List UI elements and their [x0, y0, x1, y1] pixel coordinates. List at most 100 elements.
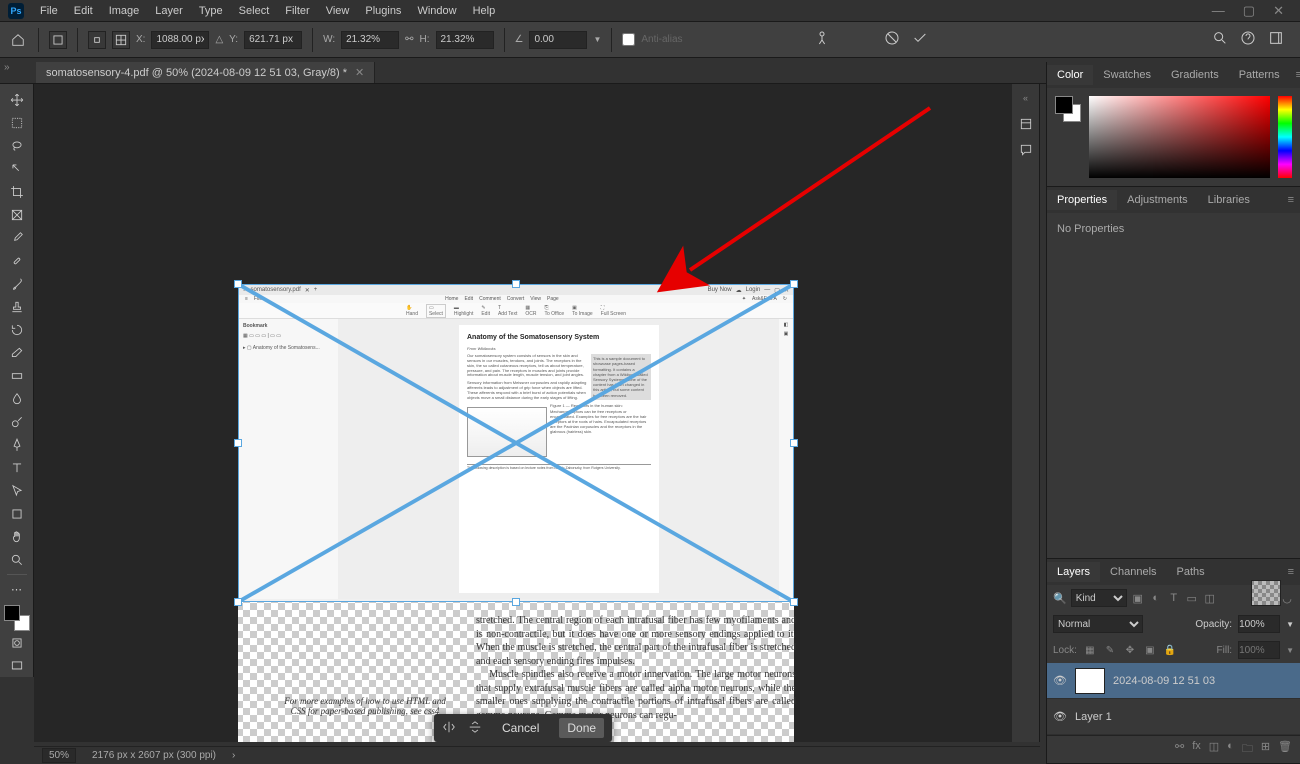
- adjustment-layer-icon[interactable]: ◐: [1227, 740, 1234, 759]
- tab-layers[interactable]: Layers: [1047, 562, 1100, 582]
- frame-tool[interactable]: [3, 203, 31, 226]
- layer-style-icon[interactable]: fx: [1192, 740, 1201, 759]
- handle-r[interactable]: [790, 439, 798, 447]
- color-selector[interactable]: [4, 605, 30, 631]
- fg-bg-swatch[interactable]: [1055, 96, 1081, 122]
- quick-select-tool[interactable]: [3, 157, 31, 180]
- stamp-tool[interactable]: [3, 295, 31, 318]
- handle-b[interactable]: [512, 598, 520, 606]
- handle-l[interactable]: [234, 439, 242, 447]
- layer-mask-icon[interactable]: ◫: [1209, 740, 1219, 759]
- blend-mode-select[interactable]: Normal: [1053, 615, 1143, 633]
- eraser-tool[interactable]: [3, 341, 31, 364]
- menu-image[interactable]: Image: [101, 3, 148, 19]
- lock-position-icon[interactable]: ✥: [1123, 643, 1137, 657]
- tab-libraries[interactable]: Libraries: [1198, 190, 1260, 210]
- menu-file[interactable]: File: [32, 3, 66, 19]
- transform-box[interactable]: ≡ somatosensory.pdf✕+ Buy Now ☁Login —▢✕…: [238, 284, 794, 602]
- panel-menu-icon[interactable]: ≡: [1282, 566, 1300, 578]
- quickmask-icon[interactable]: [3, 631, 31, 654]
- fill-input[interactable]: [1238, 641, 1280, 659]
- menu-window[interactable]: Window: [409, 3, 464, 19]
- close-icon[interactable]: ✕: [1273, 3, 1284, 19]
- tab-channels[interactable]: Channels: [1100, 562, 1166, 582]
- color-field[interactable]: [1089, 96, 1270, 178]
- link-layers-icon[interactable]: ⚯: [1175, 740, 1184, 759]
- move-tool[interactable]: [3, 88, 31, 111]
- lock-all-icon[interactable]: 🔒: [1163, 643, 1177, 657]
- commit-transform-icon[interactable]: [912, 30, 928, 49]
- menu-layer[interactable]: Layer: [147, 3, 191, 19]
- help-icon[interactable]: [1240, 30, 1256, 49]
- antialias-checkbox[interactable]: [622, 33, 635, 46]
- triangle-icon[interactable]: △: [215, 34, 223, 45]
- layer-thumbnail[interactable]: [1251, 580, 1281, 606]
- filter-kind-select[interactable]: Kind: [1071, 589, 1127, 607]
- path-select-tool[interactable]: [3, 479, 31, 502]
- group-icon[interactable]: 🗀: [1242, 740, 1253, 759]
- flip-vertical-icon[interactable]: [468, 720, 482, 737]
- handle-br[interactable]: [790, 598, 798, 606]
- document-tab[interactable]: somatosensory-4.pdf @ 50% (2024-08-09 12…: [36, 62, 375, 83]
- transform-tool-icon[interactable]: [49, 31, 67, 49]
- y-input[interactable]: [244, 31, 302, 49]
- filter-search-icon[interactable]: 🔍: [1053, 592, 1067, 605]
- reference-point-icon[interactable]: [88, 31, 106, 49]
- menu-select[interactable]: Select: [231, 3, 278, 19]
- zoom-tool[interactable]: [3, 548, 31, 571]
- tab-adjustments[interactable]: Adjustments: [1117, 190, 1198, 210]
- zoom-level[interactable]: 50%: [42, 748, 76, 763]
- tab-properties[interactable]: Properties: [1047, 190, 1117, 210]
- grid-icon[interactable]: [112, 31, 130, 49]
- layer-name[interactable]: Layer 1: [1075, 711, 1112, 723]
- chevron-down-icon[interactable]: ▼: [1286, 620, 1294, 629]
- angle-input[interactable]: [529, 31, 587, 49]
- home-icon[interactable]: [8, 30, 28, 50]
- brush-tool[interactable]: [3, 272, 31, 295]
- healing-tool[interactable]: [3, 249, 31, 272]
- filter-adjust-icon[interactable]: ◐: [1149, 591, 1163, 605]
- chevron-down-icon[interactable]: ▼: [593, 35, 601, 44]
- shape-tool[interactable]: [3, 502, 31, 525]
- w-input[interactable]: [341, 31, 399, 49]
- delete-layer-icon[interactable]: 🗑: [1278, 740, 1292, 759]
- chevron-right-icon[interactable]: ›: [232, 750, 235, 761]
- panel-menu-icon[interactable]: ≡: [1282, 194, 1300, 206]
- tab-swatches[interactable]: Swatches: [1093, 65, 1161, 85]
- search-icon[interactable]: [1212, 30, 1228, 49]
- canvas[interactable]: ≡ somatosensory.pdf✕+ Buy Now ☁Login —▢✕…: [34, 84, 1040, 742]
- hand-tool[interactable]: [3, 525, 31, 548]
- maximize-icon[interactable]: ▢: [1243, 3, 1255, 19]
- panel-menu-icon[interactable]: ≡: [1290, 69, 1300, 81]
- hue-slider[interactable]: [1278, 96, 1292, 178]
- comment-icon[interactable]: [1016, 140, 1036, 160]
- expand-collapse-icon[interactable]: «: [1016, 88, 1036, 108]
- dock-icon-1[interactable]: [1016, 114, 1036, 134]
- new-layer-icon[interactable]: ⊞: [1261, 740, 1270, 759]
- visibility-icon[interactable]: 👁: [1053, 674, 1067, 687]
- lasso-tool[interactable]: [3, 134, 31, 157]
- tab-patterns[interactable]: Patterns: [1229, 65, 1290, 85]
- handle-tl[interactable]: [234, 280, 242, 288]
- chevron-down-icon[interactable]: ▼: [1286, 646, 1294, 655]
- cancel-button[interactable]: Cancel: [494, 718, 547, 738]
- menu-help[interactable]: Help: [465, 3, 504, 19]
- menu-type[interactable]: Type: [191, 3, 231, 19]
- filter-shape-icon[interactable]: ▭: [1185, 591, 1199, 605]
- visibility-icon[interactable]: 👁: [1053, 710, 1067, 723]
- layer-row[interactable]: 👁 2024-08-09 12 51 03: [1047, 663, 1300, 699]
- tab-close-icon[interactable]: ✕: [355, 66, 364, 79]
- h-input[interactable]: [436, 31, 494, 49]
- filter-pixel-icon[interactable]: ▣: [1131, 591, 1145, 605]
- lock-transparency-icon[interactable]: ▦: [1083, 643, 1097, 657]
- expand-left-icon[interactable]: »: [4, 62, 10, 73]
- filter-toggle-icon[interactable]: ◡: [1280, 591, 1294, 605]
- workspace-icon[interactable]: [1268, 30, 1284, 49]
- tab-gradients[interactable]: Gradients: [1161, 65, 1229, 85]
- layer-name[interactable]: 2024-08-09 12 51 03: [1113, 675, 1215, 687]
- edit-toolbar-icon[interactable]: ⋯: [3, 578, 31, 601]
- pen-tool[interactable]: [3, 433, 31, 456]
- tab-color[interactable]: Color: [1047, 65, 1093, 85]
- cancel-transform-icon[interactable]: [884, 30, 900, 49]
- handle-t[interactable]: [512, 280, 520, 288]
